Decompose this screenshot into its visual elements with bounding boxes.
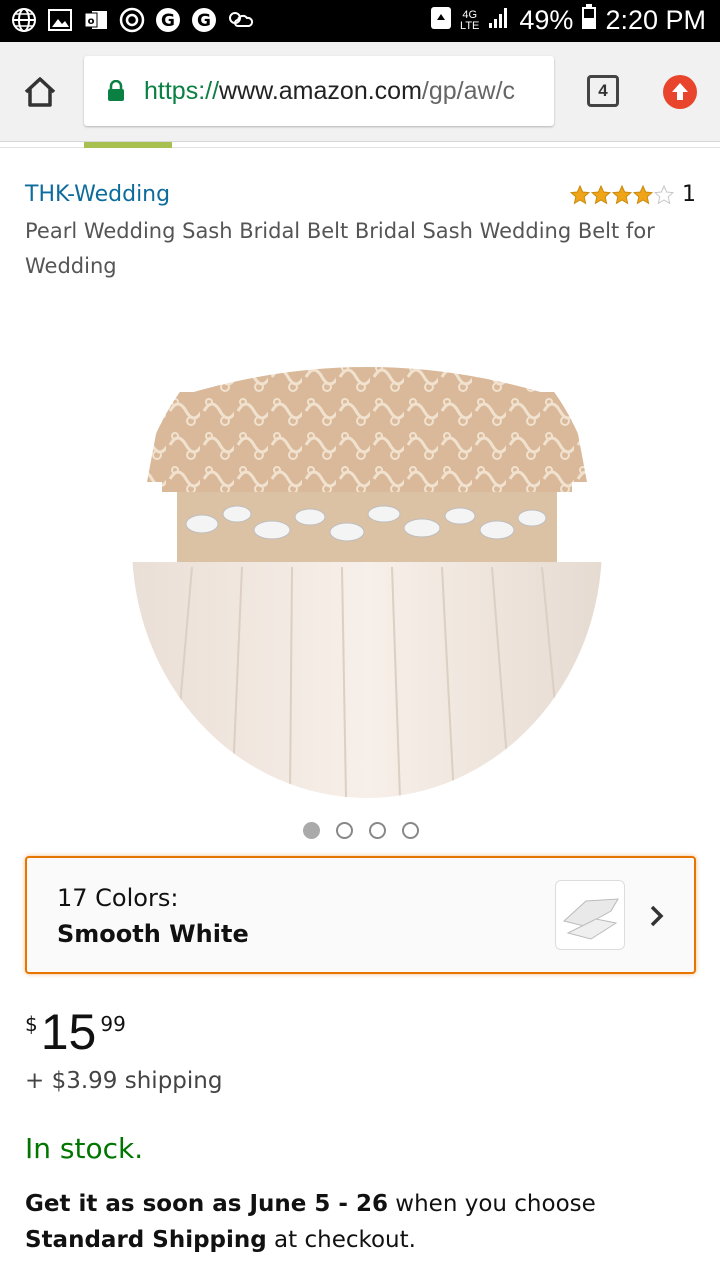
variation-thumbnail [555,880,625,950]
delivery-middle: when you choose [387,1191,596,1217]
lock-icon [106,79,126,102]
status-bar: o G G 4G LTE 49% 2:20 PM [0,0,720,42]
notification-icons: o G G [10,6,254,34]
battery-icon [581,4,597,37]
power-ring-icon [118,6,146,34]
signal-icon [487,5,511,36]
star-filled-icon [591,184,611,204]
variation-value: Smooth White [57,920,249,948]
star-empty-icon [654,184,674,204]
product-image[interactable] [132,292,602,798]
home-icon[interactable] [20,72,60,112]
network-type: 4G LTE [460,8,480,32]
price-fraction: 99 [100,1012,126,1036]
battery-percent: 49% [519,5,574,35]
recycle-icon [430,4,452,37]
carousel-dot[interactable] [369,822,386,839]
price-whole: 15 [40,1004,97,1060]
carousel-dot[interactable] [402,822,419,839]
url-path: /gp/aw/c [421,76,516,105]
weather-icon [226,6,254,34]
availability-status: In stock. [25,1132,144,1165]
system-status: 4G LTE 49% 2:20 PM [430,4,706,37]
carousel-dot[interactable] [303,822,320,839]
variation-label: 17 Colors: [57,884,179,912]
star-filled-icon [633,184,653,204]
svg-text:o: o [88,16,95,27]
price-symbol: $ [25,1012,38,1036]
clock: 2:20 PM [605,5,706,35]
color-variation-selector[interactable]: 17 Colors: Smooth White [25,856,696,974]
tab-switcher-button[interactable]: 4 [587,75,619,107]
product-title: Pearl Wedding Sash Bridal Belt Bridal Sa… [25,219,655,278]
chevron-right-icon [647,902,667,930]
google-icon-2: G [190,6,218,34]
update-icon[interactable] [663,75,697,109]
delivery-date: Get it as soon as June 5 - 26 [25,1191,388,1217]
star-filled-icon [570,184,590,204]
url-scheme: https:// [144,76,220,105]
delivery-method: Standard Shipping [25,1227,267,1253]
star-filled-icon [612,184,632,204]
rating[interactable]: 1 [570,182,696,207]
delivery-suffix: at checkout. [266,1227,416,1253]
shipping-cost: + $3.99 shipping [25,1068,223,1094]
rating-count: 1 [682,182,696,207]
brand-link[interactable]: THK-Wedding [25,182,170,207]
url-text: https://www.amazon.com/gp/aw/c [144,77,515,106]
image-icon [46,6,74,34]
address-bar[interactable]: https://www.amazon.com/gp/aw/c [84,56,554,126]
google-icon: G [154,6,182,34]
star-rating [570,184,674,205]
strip-thumbnail [84,142,172,148]
svg-text:G: G [161,11,175,31]
carousel-dot[interactable] [336,822,353,839]
svg-text:G: G [197,11,211,31]
delivery-estimate: Get it as soon as June 5 - 26 when you c… [25,1186,685,1258]
outlook-icon: o [82,6,110,34]
url-host: www.amazon.com [219,76,422,105]
image-carousel-dots [303,822,419,839]
browser-toolbar: https://www.amazon.com/gp/aw/c 4 [0,42,720,142]
globe-icon [10,6,38,34]
price: $ 15 99 [25,1004,126,1060]
